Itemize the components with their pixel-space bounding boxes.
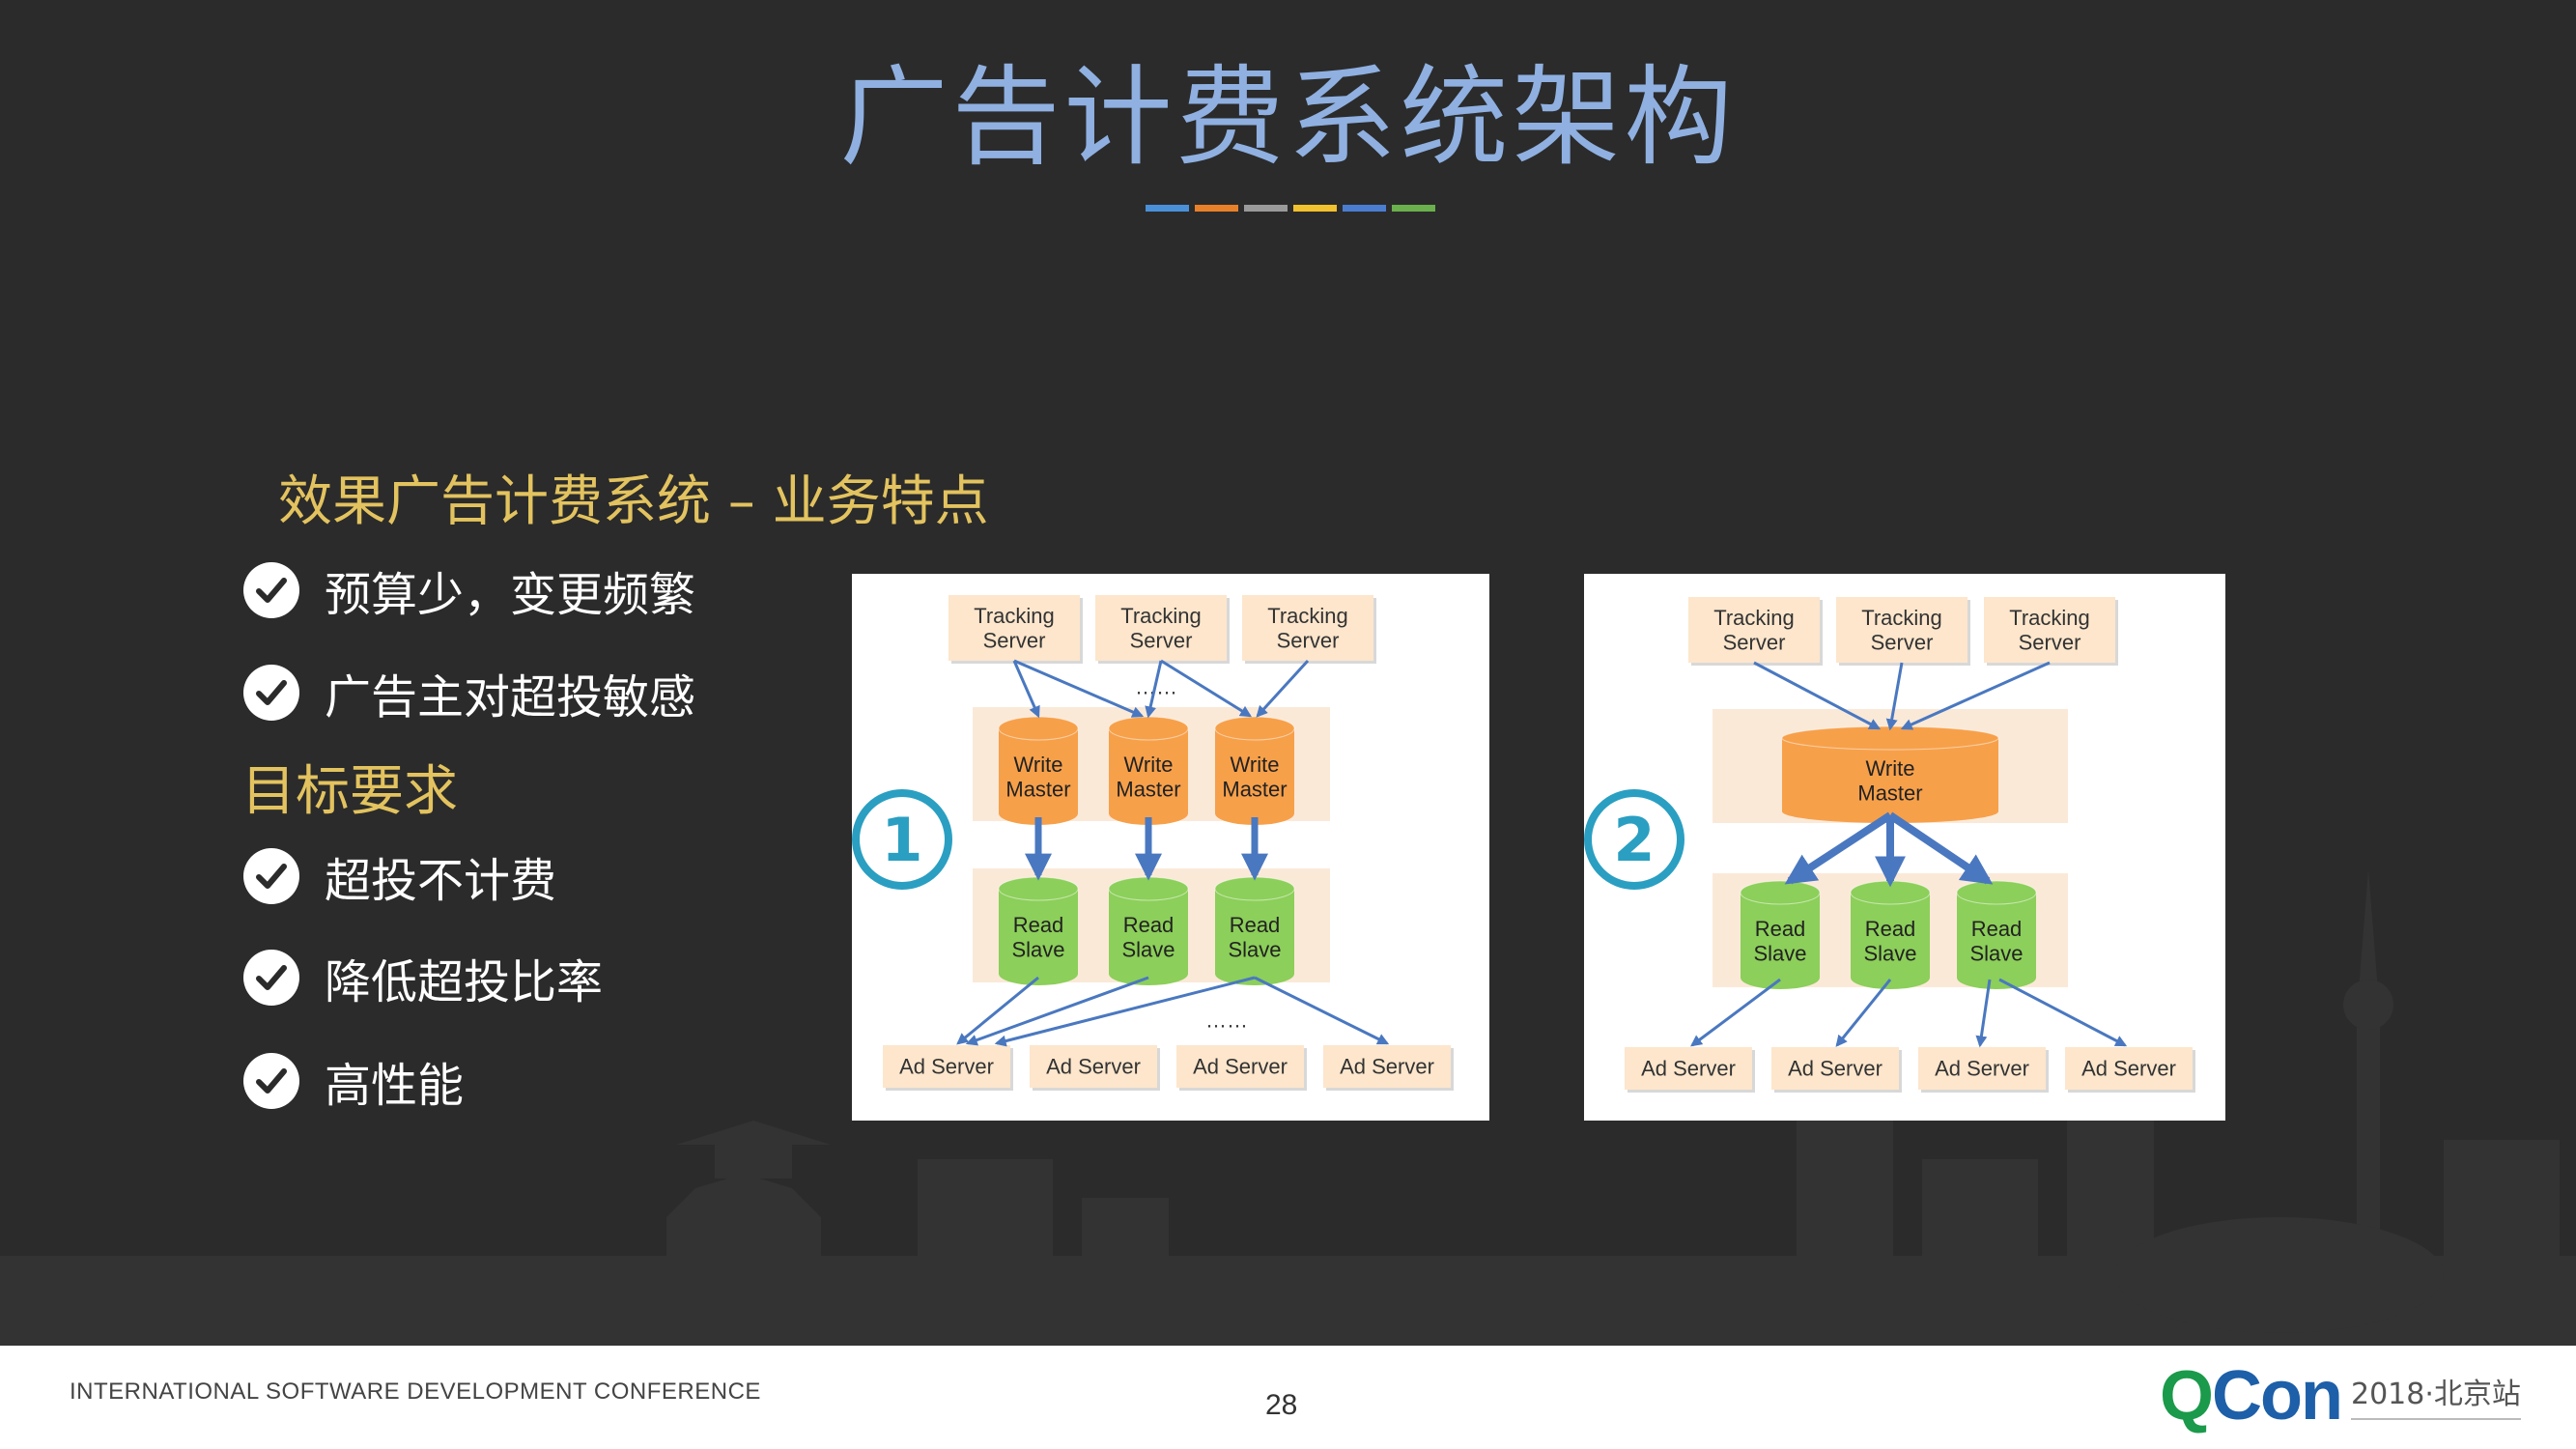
bullet-item: 高性能 [243, 1047, 464, 1115]
bullet-text: 广告主对超投敏感 [325, 670, 696, 724]
write-master-1-label: Write Master [1005, 753, 1070, 801]
underline-seg-4 [1293, 205, 1337, 212]
tracking-server-3-label: Tracking Server [1267, 604, 1348, 652]
ad-server-4-label: Ad Server [2081, 1057, 2176, 1081]
check-circle-icon [243, 950, 299, 1006]
underline-seg-3 [1244, 205, 1288, 212]
bullet-text: 高性能 [325, 1059, 465, 1113]
tracking-server-2-label: Tracking Server [1120, 604, 1202, 652]
bullet-item: 降低超投比率 [243, 944, 603, 1011]
read-slave-2-label: Read Slave [1863, 917, 1916, 965]
tracking-server-1-label: Tracking Server [1713, 606, 1795, 654]
arrow-w-r3 [1887, 811, 1994, 885]
write-master-2-label: Write Master [1116, 753, 1180, 801]
ad-server-2-label: Ad Server [1046, 1055, 1141, 1079]
bullet-item: 预算少，变更频繁 [243, 556, 695, 624]
diagram-number-badge-2: 2 [1584, 789, 1684, 890]
page-number: 28 [1265, 1389, 1298, 1421]
tracking-server-2-label: Tracking Server [1861, 606, 1942, 654]
read-slave-1-label: Read Slave [1011, 913, 1064, 961]
diagram-number-badge-1: 1 [852, 789, 952, 890]
read-slave-3-top [1214, 876, 1295, 901]
read-slave-2-top [1850, 880, 1931, 905]
read-slave-1-top [1740, 880, 1821, 905]
read-slave-3-top [1956, 880, 2037, 905]
ad-server-1-label: Ad Server [1641, 1057, 1736, 1081]
check-circle-icon [243, 848, 299, 904]
conference-name: INTERNATIONAL SOFTWARE DEVELOPMENT CONFE… [70, 1378, 761, 1405]
check-circle-icon [243, 562, 299, 618]
underline-seg-6 [1392, 205, 1435, 212]
read-slave-3-label: Read Slave [1228, 913, 1281, 961]
write-master-label: Write Master [1857, 756, 1922, 805]
write-master-1-top [998, 716, 1079, 741]
slide-canvas: 广告计费系统架构 效果广告计费系统 – 业务特点 预算少，变更频繁 广告主对超投… [0, 0, 2576, 1346]
read-slave-1-top [998, 876, 1079, 901]
underline-seg-1 [1146, 205, 1189, 212]
arrow-r3-a3 [1975, 979, 1992, 1048]
tracking-server-1-label: Tracking Server [974, 604, 1055, 652]
slide-title: 广告计费系统架构 [839, 55, 1737, 181]
logo-q: Q [2160, 1357, 2214, 1435]
ad-ellipsis: …… [1205, 1009, 1248, 1033]
write-master-3-top [1214, 716, 1295, 741]
arrow-r3-a4 [1254, 976, 1390, 1045]
read-slave-2-label: Read Slave [1121, 913, 1175, 961]
conference-edition: 2018·北京站 [2351, 1370, 2521, 1420]
arrow-r2-a2 [1835, 979, 1892, 1047]
ad-server-3-label: Ad Server [1193, 1055, 1288, 1079]
read-slave-2-top [1108, 876, 1189, 901]
underline-seg-2 [1195, 205, 1238, 212]
ad-server-1-label: Ad Server [899, 1055, 994, 1079]
bullet-item: 广告主对超投敏感 [243, 659, 695, 726]
read-slave-1-label: Read Slave [1753, 917, 1806, 965]
logo-con: Con [2212, 1357, 2343, 1435]
bullet-text: 预算少，变更频繁 [325, 568, 696, 622]
write-master-top [1781, 725, 1999, 751]
arrow-r1-a1 [1690, 978, 1781, 1047]
underline-seg-5 [1343, 205, 1386, 212]
qcon-logo: QCon [2160, 1357, 2343, 1435]
arrow-r3-a4 [1998, 978, 2128, 1047]
check-circle-icon [243, 1053, 299, 1109]
write-master-2-top [1108, 716, 1189, 741]
section-heading-goals: 目标要求 [241, 760, 458, 823]
write-master-3-label: Write Master [1222, 753, 1287, 801]
tracking-server-3-label: Tracking Server [2009, 606, 2090, 654]
read-slave-3-label: Read Slave [1969, 917, 2023, 965]
title-underline [1146, 205, 1435, 212]
arrow-w-r1 [1784, 811, 1893, 885]
bullet-text: 超投不计费 [325, 854, 557, 908]
ad-server-3-label: Ad Server [1935, 1057, 2029, 1081]
bullet-item: 超投不计费 [243, 842, 556, 910]
bullet-text: 降低超投比率 [325, 955, 604, 1009]
ad-server-2-label: Ad Server [1788, 1057, 1882, 1081]
check-circle-icon [243, 665, 299, 721]
ad-server-4-label: Ad Server [1340, 1055, 1434, 1079]
section-heading-features: 效果广告计费系统 – 业务特点 [278, 470, 989, 533]
